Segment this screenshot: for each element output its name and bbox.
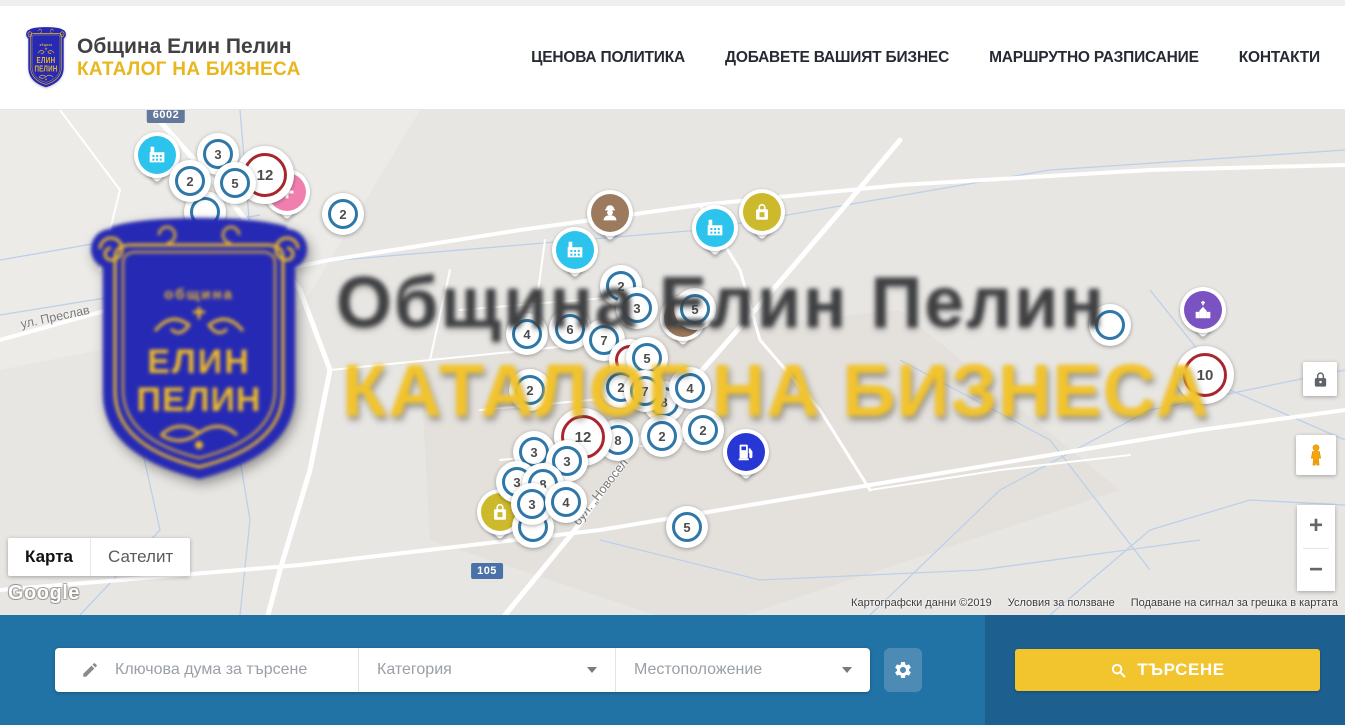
chevron-down-icon (587, 667, 597, 673)
category-dropdown[interactable]: Категория (358, 648, 615, 692)
cluster-marker[interactable]: 4 (506, 313, 548, 355)
cluster-marker[interactable]: 5 (674, 288, 716, 330)
cluster-marker[interactable]: 2 (641, 415, 683, 457)
search-button[interactable]: ТЪРСЕНЕ (1015, 649, 1320, 691)
cluster-marker[interactable]: 2 (322, 193, 364, 235)
gear-icon (893, 660, 913, 680)
cluster-marker[interactable] (1089, 304, 1131, 346)
municipality-crest-icon (25, 26, 67, 90)
map[interactable]: ул. Преславбул. „Новосел 6002105 3212522… (0, 110, 1345, 615)
chevron-down-icon (842, 667, 852, 673)
cluster-marker[interactable]: 4 (669, 367, 711, 409)
site-title: Община Елин Пелин (77, 35, 301, 59)
map-type-control: Карта Сателит (8, 538, 190, 576)
header: Община Елин Пелин КАТАЛОГ НА БИЗНЕСА ЦЕН… (0, 6, 1345, 110)
cluster-marker[interactable]: 4 (545, 481, 587, 523)
cluster-markers-layer: 32125223546752827481222333834510 (0, 110, 1345, 615)
cluster-marker[interactable]: 2 (169, 160, 211, 202)
keyword-field[interactable] (55, 648, 358, 692)
pegman-icon (1304, 443, 1328, 467)
advanced-settings-button[interactable] (884, 648, 922, 692)
nav-item-contacts[interactable]: КОНТАКТИ (1239, 49, 1320, 67)
map-type-satellite-button[interactable]: Сателит (90, 538, 190, 576)
category-dropdown-value: Категория (377, 661, 452, 679)
location-dropdown-value: Местоположение (634, 661, 762, 679)
cluster-marker[interactable]: 5 (214, 162, 256, 204)
search-bar: Категория Местоположение ТЪРСЕНЕ (0, 615, 1345, 725)
cluster-marker[interactable]: 5 (666, 506, 708, 548)
cluster-marker[interactable]: 7 (624, 370, 666, 412)
lock-icon (1312, 371, 1329, 388)
attribution-map-data: Картографски данни ©2019 (851, 597, 992, 609)
google-logo[interactable]: Google (8, 582, 80, 605)
attribution-report-error-link[interactable]: Подаване на сигнал за грешка в картата (1131, 597, 1338, 609)
location-dropdown[interactable]: Местоположение (615, 648, 870, 692)
nav-item-price-policy[interactable]: ЦЕНОВА ПОЛИТИКА (531, 49, 685, 67)
cluster-marker[interactable]: 10 (1176, 346, 1234, 404)
street-view-pegman-button[interactable] (1296, 435, 1336, 475)
pencil-icon (81, 661, 99, 679)
cluster-marker[interactable]: 2 (509, 369, 551, 411)
lock-control-button[interactable] (1303, 362, 1337, 396)
main-nav: ЦЕНОВА ПОЛИТИКА ДОБАВЕТЕ ВАШИЯТ БИЗНЕС М… (531, 49, 1320, 67)
search-icon (1110, 662, 1127, 679)
attribution-terms-link[interactable]: Условия за ползване (1008, 597, 1115, 609)
nav-item-add-business[interactable]: ДОБАВЕТЕ ВАШИЯТ БИЗНЕС (725, 49, 949, 67)
cluster-marker[interactable]: 3 (616, 287, 658, 329)
nav-item-route-schedule[interactable]: МАРШРУТНО РАЗПИСАНИЕ (989, 49, 1199, 67)
search-button-label: ТЪРСЕНЕ (1137, 660, 1225, 680)
search-filters: Категория Местоположение (55, 648, 870, 692)
map-type-map-button[interactable]: Карта (8, 538, 90, 576)
zoom-out-button[interactable]: − (1297, 549, 1335, 592)
keyword-search-input[interactable] (113, 660, 333, 680)
cluster-marker[interactable]: 2 (682, 409, 724, 451)
zoom-in-button[interactable]: + (1297, 505, 1335, 548)
zoom-control: + − (1297, 505, 1335, 591)
site-logo[interactable]: Община Елин Пелин КАТАЛОГ НА БИЗНЕСА (25, 26, 301, 90)
site-subtitle: КАТАЛОГ НА БИЗНЕСА (77, 59, 301, 81)
map-attribution: Картографски данни ©2019 Условия за полз… (851, 597, 1338, 609)
